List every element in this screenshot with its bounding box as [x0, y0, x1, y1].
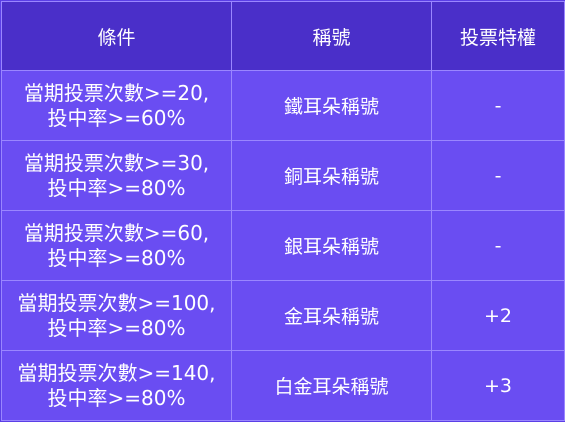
- condition-line: 當期投票次數>=30,: [23, 150, 210, 175]
- condition-line: 當期投票次數>=100,: [17, 290, 216, 315]
- title-cell: 銀耳朵稱號: [231, 210, 432, 281]
- table-row: 當期投票次數>=30, 投中率>=80% 銅耳朵稱號 -: [1, 140, 565, 211]
- title-cell: 銅耳朵稱號: [231, 140, 432, 211]
- condition-line: 投中率>=80%: [47, 245, 186, 270]
- condition-line: 投中率>=80%: [47, 385, 186, 410]
- table-header-row: 條件 稱號 投票特權: [1, 1, 565, 71]
- title-cell: 白金耳朵稱號: [231, 350, 432, 421]
- title-cell: 鐵耳朵稱號: [231, 70, 432, 141]
- condition-line: 投中率>=60%: [47, 105, 186, 130]
- condition-cell: 當期投票次數>=20, 投中率>=60%: [1, 70, 232, 141]
- privilege-table-container: 條件 稱號 投票特權 當期投票次數>=20, 投中率>=60% 鐵耳朵稱號 - …: [0, 0, 565, 422]
- table-row: 當期投票次數>=140, 投中率>=80% 白金耳朵稱號 +3: [1, 350, 565, 421]
- table-row: 當期投票次數>=100, 投中率>=80% 金耳朵稱號 +2: [1, 280, 565, 351]
- table-row: 當期投票次數>=20, 投中率>=60% 鐵耳朵稱號 -: [1, 70, 565, 141]
- condition-line: 投中率>=80%: [47, 315, 186, 340]
- condition-line: 投中率>=80%: [47, 175, 186, 200]
- condition-line: 當期投票次數>=140,: [17, 360, 216, 385]
- privilege-cell: -: [431, 140, 565, 211]
- privilege-cell: +3: [431, 350, 565, 421]
- condition-line: 當期投票次數>=20,: [23, 80, 210, 105]
- title-cell: 金耳朵稱號: [231, 280, 432, 351]
- privilege-cell: -: [431, 210, 565, 281]
- header-title: 稱號: [231, 1, 432, 71]
- privilege-cell: -: [431, 70, 565, 141]
- privilege-cell: +2: [431, 280, 565, 351]
- condition-cell: 當期投票次數>=60, 投中率>=80%: [1, 210, 232, 281]
- condition-cell: 當期投票次數>=30, 投中率>=80%: [1, 140, 232, 211]
- header-privilege: 投票特權: [431, 1, 565, 71]
- condition-cell: 當期投票次數>=140, 投中率>=80%: [1, 350, 232, 421]
- title-privilege-table: 條件 稱號 投票特權 當期投票次數>=20, 投中率>=60% 鐵耳朵稱號 - …: [1, 1, 565, 421]
- condition-cell: 當期投票次數>=100, 投中率>=80%: [1, 280, 232, 351]
- header-condition: 條件: [1, 1, 232, 71]
- table-row: 當期投票次數>=60, 投中率>=80% 銀耳朵稱號 -: [1, 210, 565, 281]
- condition-line: 當期投票次數>=60,: [23, 220, 210, 245]
